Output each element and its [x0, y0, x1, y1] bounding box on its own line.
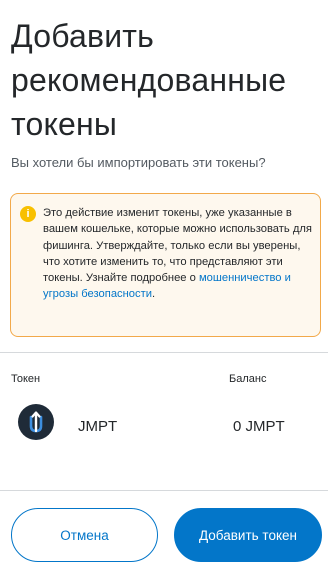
divider — [0, 490, 328, 491]
warning-banner: i Это действие изменит токены, уже указа… — [10, 193, 321, 337]
page-title: Добавить рекомендованные токены — [11, 18, 287, 142]
balance-column-header: Баланс — [229, 373, 267, 385]
token-balance: 0 JMPT — [233, 418, 285, 435]
info-icon: i — [20, 206, 36, 222]
token-symbol: JMPT — [78, 418, 118, 435]
page-subtitle: Вы хотели бы импортировать эти токены? — [11, 155, 266, 170]
add-token-button[interactable]: Добавить токен — [174, 508, 322, 562]
cancel-button[interactable]: Отмена — [11, 508, 158, 562]
token-column-header: Токен — [11, 373, 41, 385]
divider — [0, 352, 328, 353]
jmpt-token-icon — [18, 404, 54, 440]
warning-period: . — [152, 288, 156, 301]
token-row: JMPT 0 JMPT — [0, 400, 328, 456]
warning-text: Это действие изменит токены, уже указанн… — [43, 205, 313, 303]
